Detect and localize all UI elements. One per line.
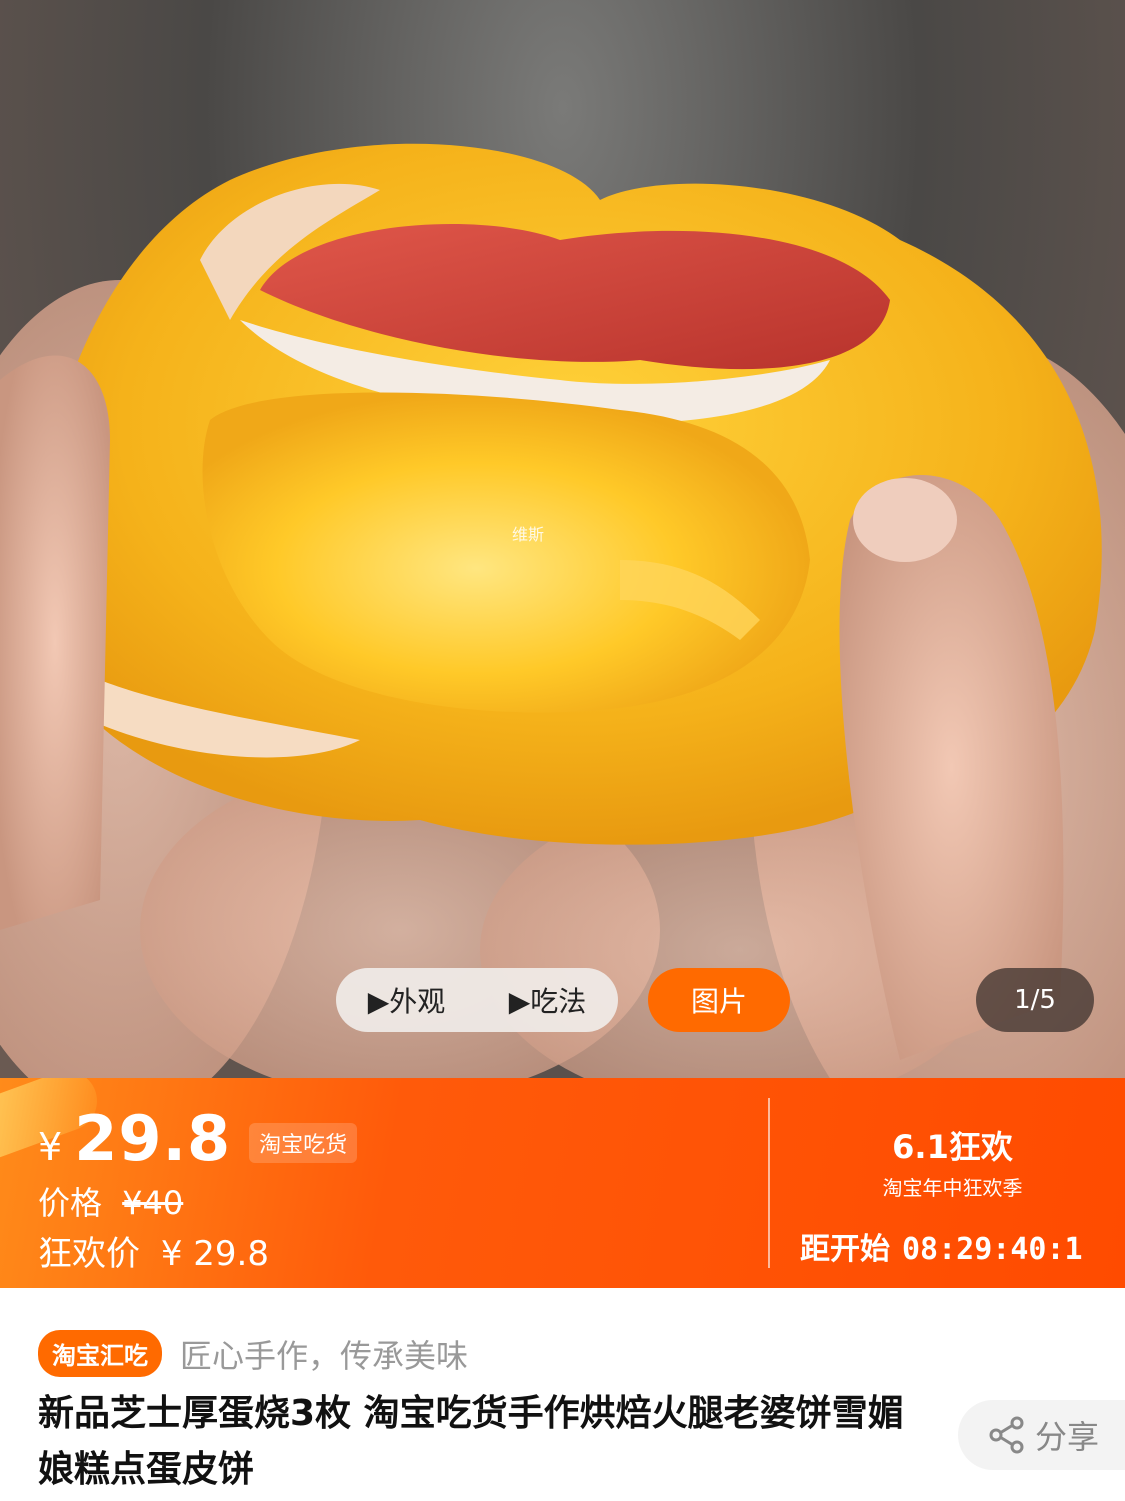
brand-badge[interactable]: 淘宝汇吃 [38,1330,162,1377]
original-price-value: ¥40 [122,1184,184,1222]
currency-symbol: ¥ [38,1125,63,1169]
countdown-time: 08:29:40:1 [902,1232,1083,1267]
original-price-label: 价格 [38,1184,103,1222]
carnival-price: 狂欢价 ¥ 29.8 [38,1226,269,1275]
original-price: 价格 ¥40 [38,1178,183,1224]
watermark-text: 维斯 [512,525,544,544]
price-value: 29.8 [74,1102,232,1175]
share-label: 分享 [1034,1418,1099,1456]
carnival-price-value: ¥ 29.8 [160,1234,269,1274]
pastry-illustration: 维斯 [0,143,1125,1078]
product-image[interactable]: 维斯 ▶外观 ▶吃法 图片 1/5 [0,0,1125,1078]
image-counter: 1/5 [976,968,1094,1032]
event-info[interactable]: 6.1狂欢 淘宝年中狂欢季 [780,1122,1125,1201]
share-icon [989,1416,1024,1454]
tab-appearance-video[interactable]: ▶外观 [368,980,446,1020]
store-tag: 淘宝吃货 [249,1123,358,1163]
event-title: 6.1狂欢 [892,1128,1013,1166]
current-price: ¥ 29.8 淘宝吃货 [38,1102,358,1175]
video-tab-group: ▶外观 ▶吃法 [336,968,618,1032]
tab-pictures[interactable]: 图片 [648,968,790,1032]
countdown: 距开始 08:29:40:1 [800,1224,1083,1268]
product-slogan: 匠心手作，传承美味 [180,1336,469,1375]
event-subtitle: 淘宝年中狂欢季 [882,1176,1023,1200]
product-info: 淘宝汇吃 匠心手作，传承美味 新品芝士厚蛋烧3枚 淘宝吃货手作烘焙火腿老婆饼雪媚… [0,1288,1125,1501]
brand-row: 淘宝汇吃 匠心手作，传承美味 [38,1330,468,1377]
product-title: 新品芝士厚蛋烧3枚 淘宝吃货手作烘焙火腿老婆饼雪媚娘糕点蛋皮饼 [38,1393,904,1490]
share-button[interactable]: 分享 [958,1400,1125,1470]
carnival-price-label: 狂欢价 [38,1234,140,1274]
price-banner: ¥ 29.8 淘宝吃货 价格 ¥40 狂欢价 ¥ 29.8 6.1狂欢 淘宝年中… [0,1078,1125,1288]
tab-how-to-eat-video[interactable]: ▶吃法 [509,980,587,1020]
banner-divider [768,1098,770,1268]
countdown-label: 距开始 [800,1232,890,1267]
